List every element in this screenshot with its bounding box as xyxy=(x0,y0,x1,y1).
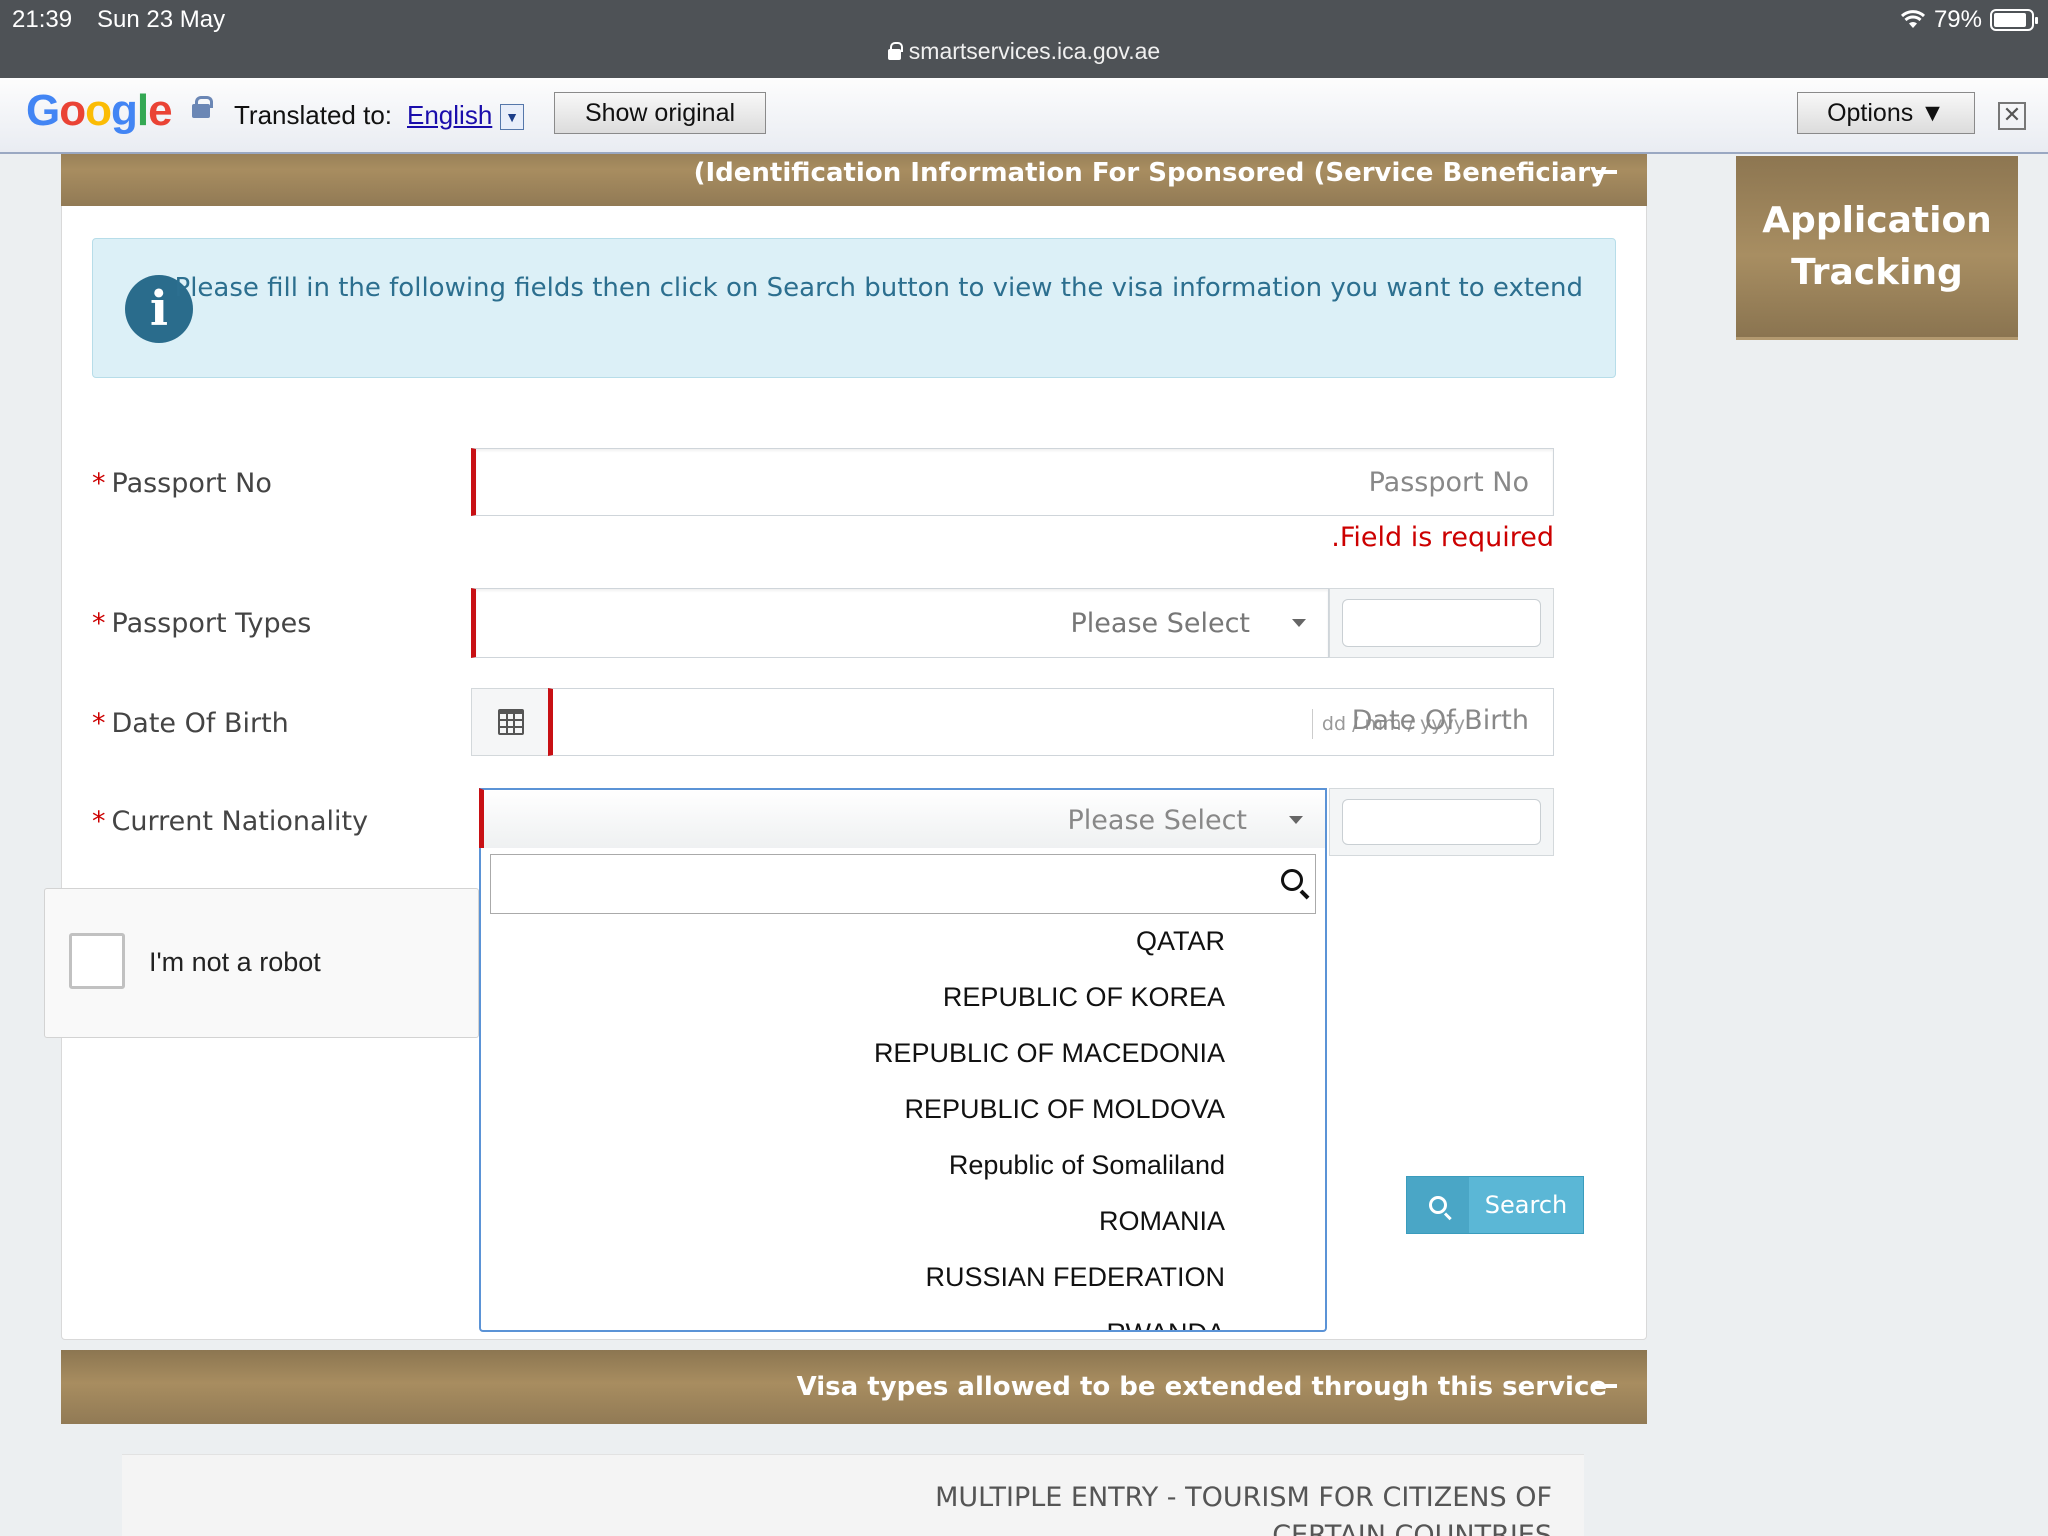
passport-no-label-text: Passport No xyxy=(111,468,272,499)
google-logo: Google xyxy=(26,86,173,135)
nationality-label-text: Current Nationality xyxy=(111,806,369,837)
dob-label: * Date Of Birth xyxy=(92,708,289,739)
nationality-select[interactable]: Please Select xyxy=(479,788,1327,850)
passport-types-label-text: Passport Types xyxy=(111,608,312,639)
battery-percent: 79% xyxy=(1933,6,1982,33)
status-indicators: 79% xyxy=(1900,6,2038,34)
close-icon[interactable]: ✕ xyxy=(1998,102,2026,130)
passport-types-code-box xyxy=(1329,588,1554,658)
nationality-option[interactable]: REPUBLIC OF KOREA xyxy=(481,972,1325,1028)
passport-types-label: * Passport Types xyxy=(92,608,311,639)
show-original-button[interactable]: Show original xyxy=(554,92,766,134)
required-mark: * xyxy=(92,468,106,499)
nationality-dropdown: QATAR REPUBLIC OF KOREA REPUBLIC OF MACE… xyxy=(479,848,1327,1332)
passport-no-input[interactable]: Passport No xyxy=(471,448,1554,516)
calendar-icon xyxy=(498,709,524,735)
dob-label-text: Date Of Birth xyxy=(111,708,289,739)
info-alert: i Please fill in the following fields th… xyxy=(92,238,1616,378)
translated-to-label: Translated to: xyxy=(234,100,393,130)
dob-placeholder: Date Of Birth xyxy=(1351,705,1529,736)
nationality-code-box xyxy=(1329,788,1554,856)
visa-types-list: MULTIPLE ENTRY - TOURISM FOR CITIZENS OF… xyxy=(122,1454,1584,1536)
recaptcha-widget: I'm not a robot xyxy=(44,888,479,1038)
options-button[interactable]: Options ▼ xyxy=(1797,92,1975,134)
recaptcha-label: I'm not a robot xyxy=(149,947,321,977)
ios-status-bar: 21:39 Sun 23 May 79% smartservices.ica.g… xyxy=(0,0,2048,78)
passport-no-error: .Field is required xyxy=(1331,522,1554,553)
required-mark: * xyxy=(92,608,106,639)
section-title: (Identification Information For Sponsore… xyxy=(693,158,1607,188)
passport-types-select[interactable]: Please Select xyxy=(471,588,1329,658)
search-button-label: Search xyxy=(1484,1191,1568,1219)
visa-type-item: MULTIPLE ENTRY - TOURISM FOR CITIZENS OF… xyxy=(935,1482,1552,1536)
nationality-options-list[interactable]: QATAR REPUBLIC OF KOREA REPUBLIC OF MACE… xyxy=(481,916,1325,1330)
url-text: smartservices.ica.gov.ae xyxy=(908,38,1161,64)
passport-types-value: Please Select xyxy=(1070,607,1251,639)
recaptcha-checkbox[interactable] xyxy=(69,933,125,989)
info-message: Please fill in the following fields then… xyxy=(174,273,1583,303)
secure-lock-icon xyxy=(192,96,213,118)
search-button[interactable]: Search xyxy=(1406,1176,1584,1234)
nationality-option[interactable]: Republic of Somaliland xyxy=(481,1140,1325,1196)
language-link[interactable]: English xyxy=(407,100,492,131)
section-title: Visa types allowed to be extended throug… xyxy=(796,1372,1607,1402)
search-icon xyxy=(1429,1196,1447,1214)
collapse-icon[interactable] xyxy=(1595,1384,1617,1388)
calendar-button[interactable] xyxy=(471,688,551,756)
nationality-option[interactable]: REPUBLIC OF MACEDONIA xyxy=(481,1028,1325,1084)
nationality-value: Please Select xyxy=(1067,804,1248,836)
nationality-option[interactable]: RUSSIAN FEDERATION xyxy=(481,1252,1325,1308)
battery-icon xyxy=(1990,9,2038,31)
passport-no-placeholder: Passport No xyxy=(1368,466,1529,498)
application-tracking-button[interactable]: Application Tracking xyxy=(1736,156,2018,340)
chevron-down-icon xyxy=(1289,816,1303,824)
nationality-code-input[interactable] xyxy=(1342,799,1541,845)
visa-types-section-header[interactable]: Visa types allowed to be extended throug… xyxy=(61,1350,1647,1424)
search-icon xyxy=(1281,869,1303,891)
passport-no-label: * Passport No xyxy=(92,468,272,499)
google-translate-bar: Google Translated to: English ▼ Show ori… xyxy=(0,78,2048,154)
wifi-icon xyxy=(1900,10,1925,28)
required-mark: * xyxy=(92,708,106,739)
status-date: Sun 23 May xyxy=(97,6,226,33)
passport-types-code-input[interactable] xyxy=(1342,599,1541,647)
status-time: 21:39 xyxy=(12,6,73,33)
dob-divider xyxy=(1312,709,1313,739)
required-mark: * xyxy=(92,806,106,837)
nationality-option[interactable]: ROMANIA xyxy=(481,1196,1325,1252)
chevron-down-icon xyxy=(1292,619,1306,627)
address-bar[interactable]: smartservices.ica.gov.ae xyxy=(0,38,2048,65)
nationality-option[interactable]: RWANDA xyxy=(481,1308,1325,1330)
lock-icon xyxy=(887,42,903,60)
language-dropdown-icon[interactable]: ▼ xyxy=(500,104,524,130)
collapse-icon[interactable] xyxy=(1595,170,1617,174)
search-button-icon-area xyxy=(1407,1177,1469,1233)
nationality-search-input[interactable] xyxy=(490,854,1316,914)
nationality-option[interactable]: QATAR xyxy=(481,916,1325,972)
nationality-label: * Current Nationality xyxy=(92,806,368,837)
nationality-option[interactable]: REPUBLIC OF MOLDOVA xyxy=(481,1084,1325,1140)
dob-input[interactable]: dd / mm / yyyy Date Of Birth xyxy=(548,688,1554,756)
